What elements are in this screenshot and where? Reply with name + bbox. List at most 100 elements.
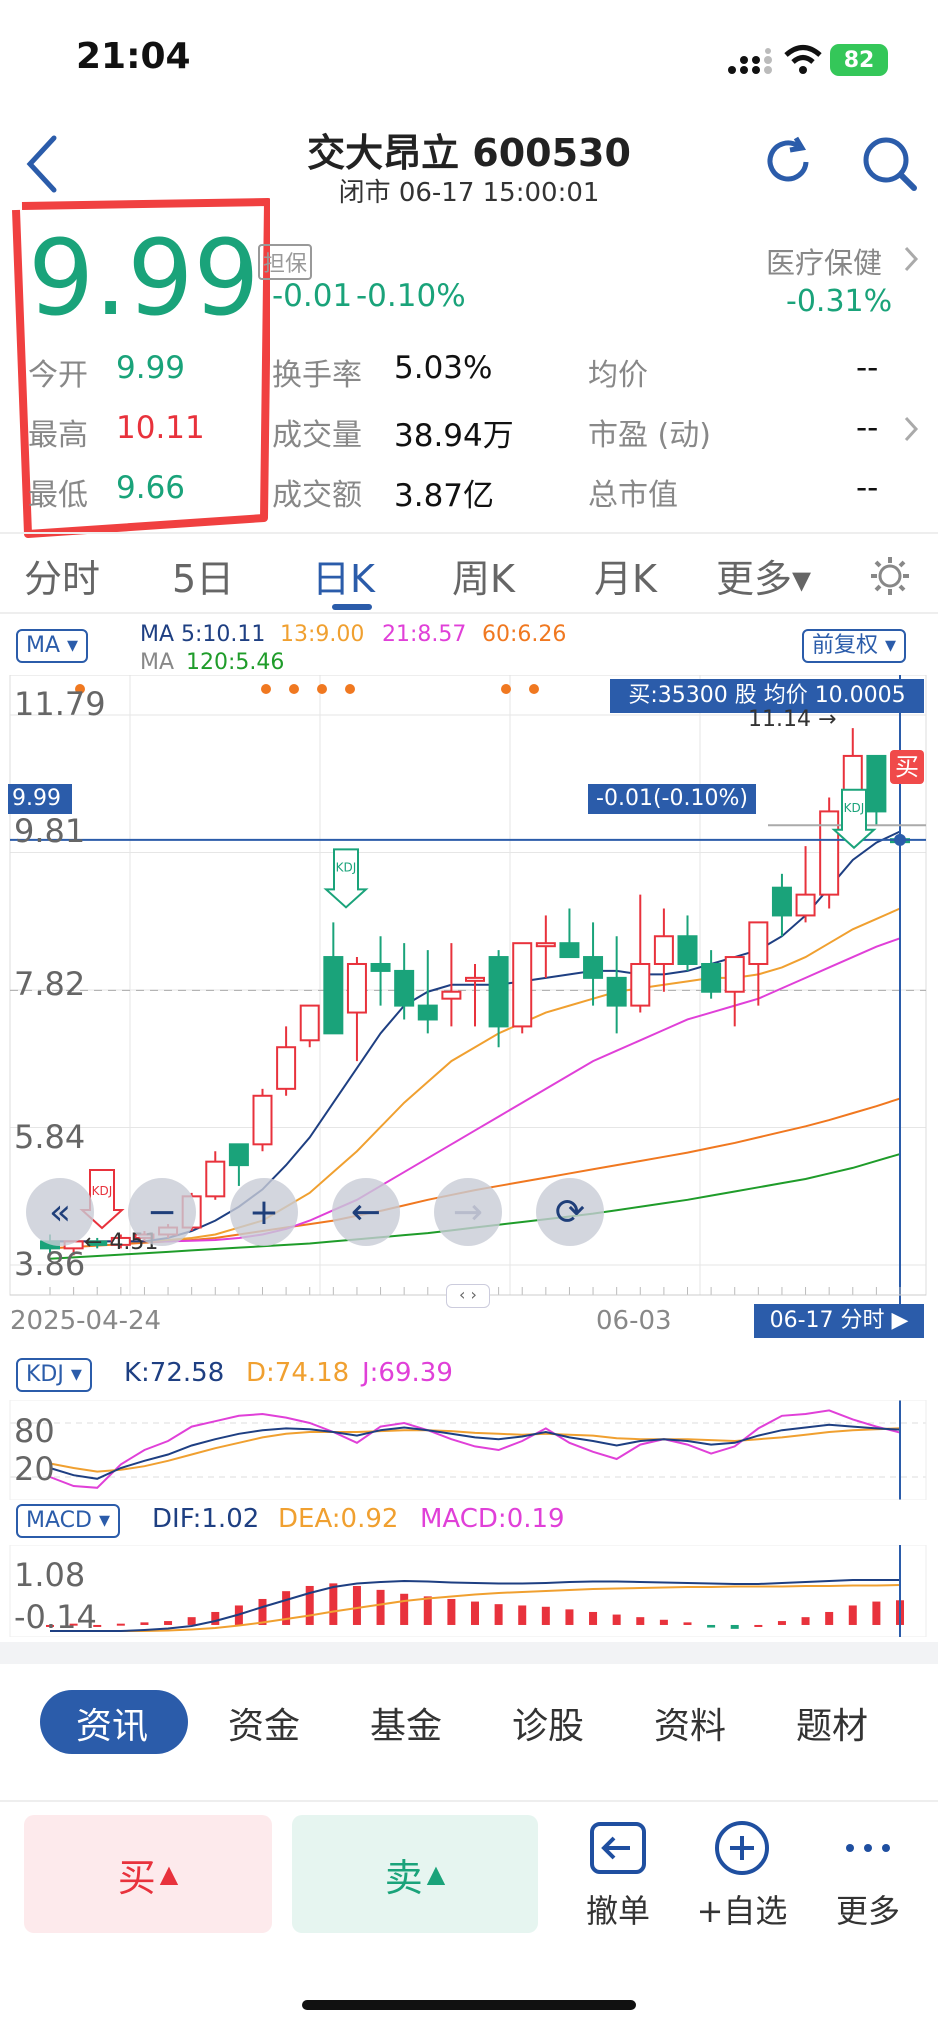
more-button[interactable]: 更多 — [808, 1820, 928, 1932]
plus-circle-icon — [715, 1821, 769, 1875]
kdj-selector[interactable]: KDJ ▾ — [16, 1358, 92, 1392]
signal-dot — [345, 684, 355, 694]
sector-name[interactable]: 医疗保健 — [766, 240, 882, 282]
ma120-prefix: MA — [140, 650, 175, 675]
macd-bar — [211, 1611, 220, 1625]
signal-dot — [289, 684, 299, 694]
open-value: 9.99 — [116, 350, 186, 386]
macd-value: MACD:0.19 — [420, 1504, 565, 1534]
sector-change: -0.31% — [786, 284, 893, 319]
macd-bar — [825, 1611, 834, 1625]
macd-bar — [471, 1601, 479, 1625]
candle-body — [488, 956, 509, 1028]
rewind-fast-button[interactable]: « — [26, 1178, 94, 1246]
intraday-link-button[interactable]: 06-17 分时 ▶ — [754, 1304, 924, 1338]
margin-tag: 担保 — [258, 244, 313, 280]
macd-dif-value: DIF:1.02 — [152, 1504, 260, 1534]
macd-bar — [659, 1619, 668, 1625]
tab-2[interactable]: 日K — [312, 548, 375, 603]
buy-button[interactable]: 买 ▲ — [24, 1815, 272, 1933]
tab-0[interactable]: 分时 — [24, 548, 100, 603]
macd-bar — [589, 1611, 598, 1625]
price-change: -0.01 — [272, 278, 353, 314]
candle-body — [299, 1004, 320, 1042]
cancel-order-button[interactable]: 撤单 — [558, 1820, 678, 1932]
wifi-icon — [784, 45, 822, 74]
candle-body — [417, 1004, 438, 1021]
kdj-signal-marker — [323, 848, 369, 909]
divider — [0, 532, 938, 534]
tab-1[interactable]: 5日 — [172, 548, 234, 603]
news-tab-5[interactable]: 题材 — [796, 1697, 868, 1749]
crosshair-point — [894, 833, 906, 846]
clock: 21:04 — [76, 36, 191, 77]
macd-bar — [636, 1617, 645, 1625]
tab-4[interactable]: 月K — [594, 548, 657, 603]
kdj-j-value: J:69.39 — [362, 1358, 453, 1388]
candle-body — [866, 754, 887, 813]
macd-bar — [376, 1589, 385, 1625]
rotate-screen-button[interactable]: ⟳ — [536, 1178, 604, 1246]
section-gap — [0, 1642, 938, 1664]
ma120-value: 120:5.46 — [186, 650, 285, 675]
candle-body — [346, 962, 367, 1014]
news-tab-1[interactable]: 资金 — [228, 1697, 300, 1749]
signal-dot — [501, 684, 511, 694]
macd-bar — [329, 1583, 338, 1625]
low-value: 9.66 — [116, 470, 186, 506]
zoom-out-button[interactable]: − — [128, 1178, 196, 1246]
macd-bar — [518, 1605, 527, 1625]
price-axis-tick: 11.79 — [14, 685, 106, 723]
ma-selector[interactable]: MA ▾ — [16, 629, 89, 663]
date-start: 2025-04-24 — [10, 1306, 162, 1336]
adjust-selector[interactable]: 前复权 ▾ — [802, 629, 907, 663]
market-cap-value: -- — [856, 470, 879, 506]
macd-bar — [730, 1624, 739, 1629]
macd-bar — [683, 1622, 692, 1625]
macd-bar — [565, 1609, 574, 1625]
macd-bar — [400, 1593, 409, 1625]
tab-3[interactable]: 周K — [452, 548, 515, 603]
macd-bar — [187, 1617, 196, 1625]
tab-5[interactable]: 更多▾ — [716, 548, 811, 603]
last-price-tag: 9.99 — [8, 784, 72, 814]
kdj-axis-tick: 80 — [14, 1412, 55, 1450]
candle-body — [370, 962, 391, 972]
news-tab-4[interactable]: 资料 — [654, 1697, 726, 1749]
search-icon[interactable] — [860, 134, 920, 194]
macd-selector[interactable]: MACD ▾ — [16, 1504, 120, 1538]
news-tab-3[interactable]: 诊股 — [512, 1697, 584, 1749]
macd-bar — [494, 1604, 503, 1625]
settings-gear-icon[interactable] — [868, 554, 912, 598]
divider — [0, 1800, 938, 1802]
refresh-icon[interactable] — [760, 134, 816, 190]
drag-handle-icon[interactable]: ‹ › — [446, 1284, 490, 1308]
active-tab-underline — [332, 604, 372, 610]
macd-bar — [754, 1624, 763, 1627]
candle-body — [323, 956, 344, 1035]
kdj-signal-marker-label: KDJ — [92, 1184, 113, 1198]
price-axis-tick: 3.86 — [14, 1245, 86, 1283]
move-left-button[interactable]: ← — [332, 1178, 400, 1246]
candle-body — [512, 942, 533, 1028]
candle-body — [252, 1094, 273, 1146]
candle-body — [724, 956, 745, 993]
move-right-button[interactable]: → — [434, 1178, 502, 1246]
low-label: 最低 — [28, 478, 88, 513]
buy-marker[interactable]: 买 — [890, 750, 924, 784]
high-label: 最高 — [28, 418, 88, 453]
avg-price-value: -- — [856, 350, 879, 386]
macd-bar — [541, 1606, 550, 1625]
chevron-right-icon[interactable] — [902, 244, 920, 274]
news-tab-0[interactable]: 资讯 — [76, 1697, 148, 1749]
add-watchlist-button[interactable]: +自选 — [682, 1820, 802, 1932]
sell-button[interactable]: 卖 ▲ — [292, 1815, 538, 1933]
zoom-in-button[interactable]: + — [230, 1178, 298, 1246]
amount-value: 3.87亿 — [394, 478, 495, 514]
macd-axis-tick: 1.08 — [14, 1556, 86, 1594]
chevron-right-icon[interactable] — [902, 414, 920, 444]
macd-bar — [116, 1623, 125, 1626]
price-change-pct: -0.10% — [356, 278, 466, 314]
news-tab-2[interactable]: 基金 — [370, 1697, 442, 1749]
kdj-axis-tick: 20 — [14, 1450, 55, 1488]
